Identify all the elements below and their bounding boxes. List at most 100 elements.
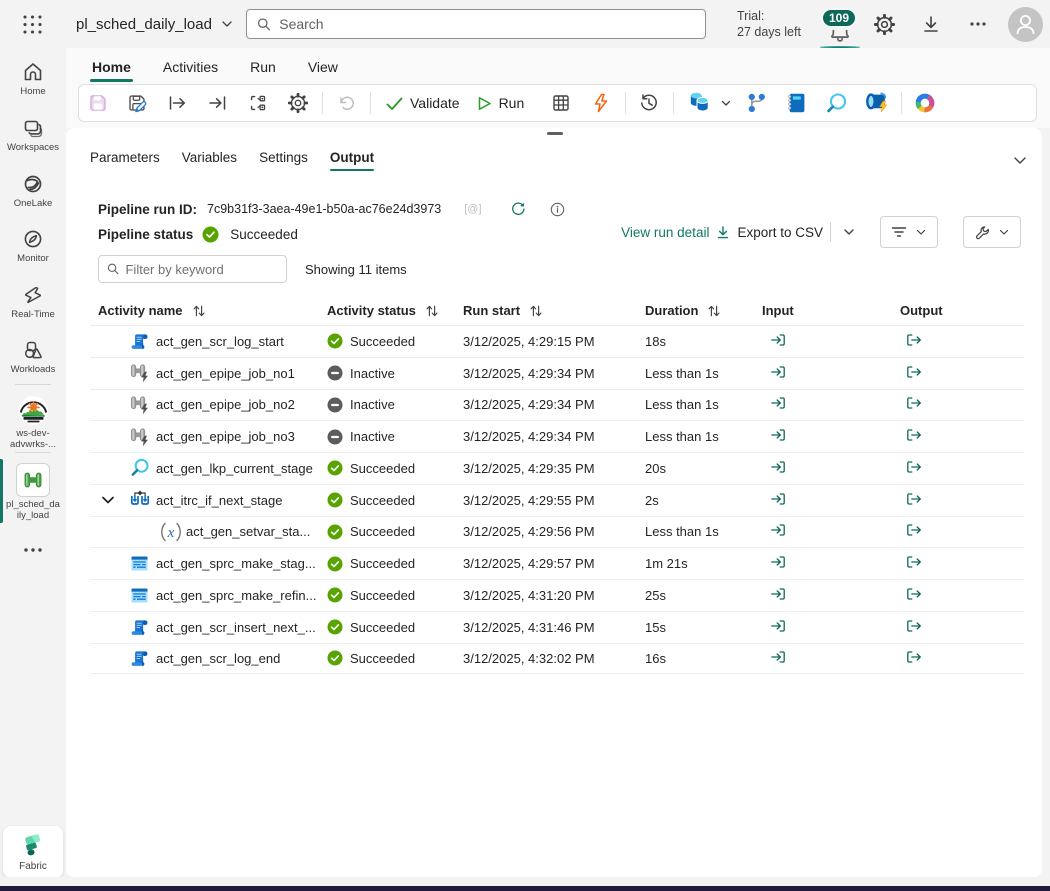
notebook-button[interactable]: [780, 88, 813, 118]
output-panel: ParametersVariablesSettingsOutput Pipeli…: [66, 128, 1042, 877]
copilot-button[interactable]: [908, 88, 941, 118]
output-icon[interactable]: [906, 332, 922, 348]
ribbon-tab-home[interactable]: Home: [90, 58, 133, 84]
table-row[interactable]: act_gen_epipe_job_no3 Inactive 3/12/2025…: [90, 420, 1024, 452]
import-button[interactable]: [161, 88, 194, 118]
table-row[interactable]: act_gen_epipe_job_no2 Inactive 3/12/2025…: [90, 389, 1024, 421]
sidebar-item-pipeline[interactable]: pl_sched_da ily_load: [0, 463, 66, 521]
sidebar-item-workspace-logo[interactable]: ws-dev- advwrks-...: [0, 395, 66, 450]
input-icon[interactable]: [770, 427, 786, 443]
view-code-button[interactable]: [241, 88, 274, 118]
expand-chevron-icon[interactable]: [98, 492, 130, 508]
save-button[interactable]: [81, 88, 114, 118]
filter-columns-button[interactable]: [880, 216, 938, 248]
branch-button[interactable]: [740, 88, 773, 118]
sidebar-item-realtime[interactable]: Real-Time: [0, 283, 66, 321]
trigger-button[interactable]: [584, 88, 617, 118]
run-start: 3/12/2025, 4:29:34 PM: [463, 429, 645, 444]
export-chevron-icon[interactable]: [842, 225, 856, 239]
output-icon[interactable]: [906, 491, 922, 507]
panel-tab-parameters[interactable]: Parameters: [82, 148, 168, 175]
undo-button[interactable]: [329, 88, 362, 118]
input-icon[interactable]: [770, 618, 786, 634]
table-row[interactable]: act_gen_scr_insert_next_... Succeeded 3/…: [90, 611, 1024, 643]
download-button[interactable]: [915, 8, 947, 40]
output-icon[interactable]: [906, 522, 922, 538]
input-icon[interactable]: [770, 491, 786, 507]
panel-collapse-button[interactable]: [1012, 148, 1036, 172]
product-switcher[interactable]: pl_sched_daily_load: [76, 12, 233, 36]
export-button[interactable]: [201, 88, 234, 118]
sidebar-item-workspaces[interactable]: Workspaces: [0, 116, 66, 154]
table-row[interactable]: act_gen_epipe_job_no1 Inactive 3/12/2025…: [90, 357, 1024, 389]
panel-resize-handle[interactable]: [547, 132, 563, 135]
lookup-button[interactable]: [820, 88, 853, 118]
run-history-button[interactable]: [632, 88, 665, 118]
output-icon[interactable]: [906, 459, 922, 475]
output-icon[interactable]: [906, 395, 922, 411]
col-activity-status[interactable]: Activity status: [327, 303, 463, 318]
avatar[interactable]: [1008, 7, 1043, 42]
export-to-csv-button[interactable]: Export to CSV: [737, 225, 823, 240]
col-duration[interactable]: Duration: [645, 303, 762, 318]
search-input[interactable]: [279, 16, 695, 32]
sidebar-item-monitor[interactable]: Monitor: [0, 227, 66, 265]
input-icon[interactable]: [770, 459, 786, 475]
input-icon[interactable]: [770, 554, 786, 570]
input-icon[interactable]: [770, 649, 786, 665]
input-icon[interactable]: [770, 586, 786, 602]
input-icon[interactable]: [770, 332, 786, 348]
ribbon-tab-view[interactable]: View: [306, 58, 340, 84]
table-row[interactable]: act_gen_sprc_make_refin... Succeeded 3/1…: [90, 579, 1024, 611]
more-options-button[interactable]: [962, 8, 994, 40]
output-icon[interactable]: [906, 586, 922, 602]
output-icon[interactable]: [906, 649, 922, 665]
activity-name: act_gen_scr_log_end: [156, 651, 280, 666]
keyword-filter-input[interactable]: [125, 262, 278, 277]
col-run-start[interactable]: Run start: [463, 303, 645, 318]
output-icon[interactable]: [906, 618, 922, 634]
output-icon[interactable]: [906, 427, 922, 443]
ribbon-tab-activities[interactable]: Activities: [161, 58, 220, 84]
sidebar-item-workloads[interactable]: Workloads: [0, 338, 66, 376]
nav-more-button[interactable]: [0, 543, 66, 557]
sidebar-item-home[interactable]: Home: [0, 60, 66, 98]
input-icon[interactable]: [770, 364, 786, 380]
svg-text:x: x: [167, 525, 175, 541]
fabric-home-button[interactable]: Fabric: [3, 826, 63, 878]
table-row[interactable]: act_gen_scr_log_end Succeeded 3/12/2025,…: [90, 643, 1024, 675]
panel-tab-output[interactable]: Output: [322, 148, 382, 175]
invoke-pipeline-button[interactable]: [860, 88, 893, 118]
sidebar-item-onelake[interactable]: OneLake: [0, 172, 66, 210]
run-button[interactable]: Run: [468, 88, 533, 118]
panel-tab-settings[interactable]: Settings: [251, 148, 316, 175]
output-icon[interactable]: [906, 364, 922, 380]
table-row[interactable]: act_gen_sprc_make_stag... Succeeded 3/12…: [90, 547, 1024, 579]
input-icon[interactable]: [770, 395, 786, 411]
refresh-icon[interactable]: [510, 201, 526, 217]
keyword-filter[interactable]: [98, 255, 287, 283]
copy-run-id-icon[interactable]: [@]: [464, 203, 481, 215]
input-icon[interactable]: [770, 522, 786, 538]
table-row[interactable]: act_itrc_if_next_stage Succeeded 3/12/20…: [90, 484, 1024, 516]
schedule-button[interactable]: [544, 88, 577, 118]
view-run-detail-link[interactable]: View run detail: [621, 225, 709, 240]
copy-data-button[interactable]: [680, 88, 740, 118]
validate-button[interactable]: Validate: [377, 88, 468, 118]
info-icon[interactable]: [550, 202, 565, 217]
table-row[interactable]: act_gen_lkp_current_stage Succeeded 3/12…: [90, 452, 1024, 484]
save-as-button[interactable]: [121, 88, 154, 118]
table-row[interactable]: act_gen_scr_log_start Succeeded 3/12/202…: [90, 325, 1024, 357]
notifications-button[interactable]: 109: [815, 4, 865, 48]
col-activity-name[interactable]: Activity name: [90, 303, 327, 318]
settings-columns-button[interactable]: [963, 216, 1021, 248]
run-start: 3/12/2025, 4:29:35 PM: [463, 461, 645, 476]
output-icon[interactable]: [906, 554, 922, 570]
table-row[interactable]: xact_gen_setvar_sta... Succeeded 3/12/20…: [90, 516, 1024, 548]
pipeline-settings-button[interactable]: [281, 88, 314, 118]
panel-tab-variables[interactable]: Variables: [174, 148, 245, 175]
ribbon-tab-run[interactable]: Run: [248, 58, 278, 84]
global-search[interactable]: [246, 9, 706, 39]
app-launcher-icon[interactable]: [21, 13, 44, 36]
settings-button[interactable]: [868, 8, 900, 40]
